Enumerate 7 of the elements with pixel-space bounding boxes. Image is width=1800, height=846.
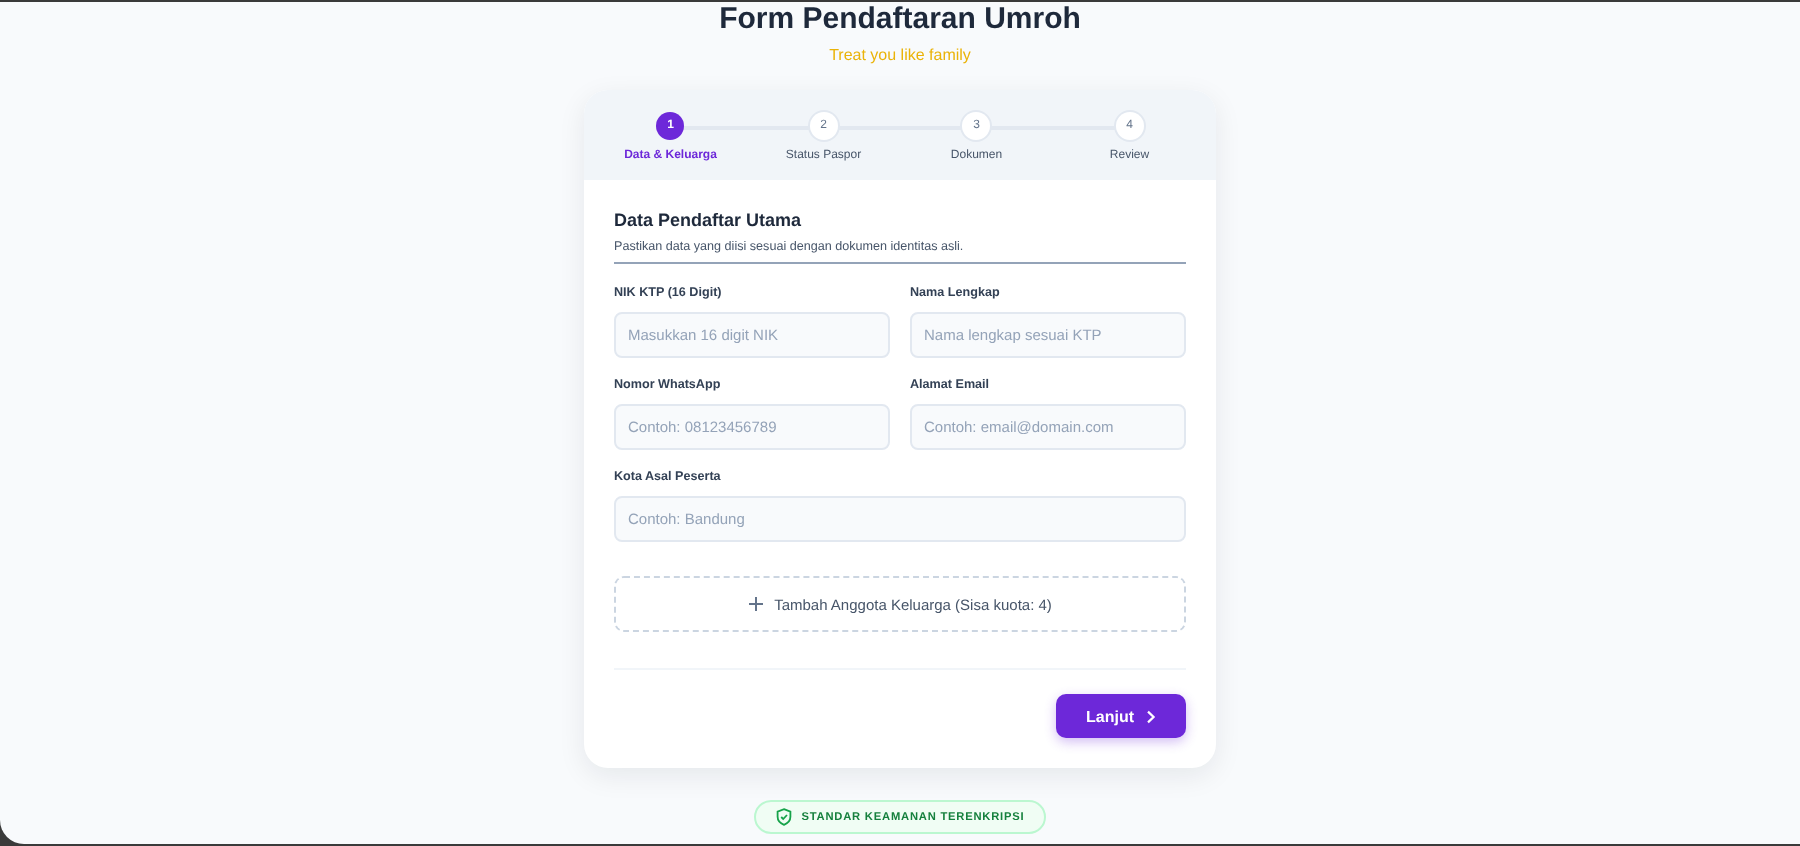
plus-icon <box>748 596 765 612</box>
shield-check-icon <box>775 808 792 826</box>
next-button[interactable]: Lanjut <box>1056 694 1186 738</box>
section-title: Data Pendaftar Utama <box>614 210 804 230</box>
tagline: Treat you like family <box>829 46 971 66</box>
page-title: Form Pendaftaran Umroh <box>719 2 1081 38</box>
chevron-right-icon <box>1146 709 1156 723</box>
